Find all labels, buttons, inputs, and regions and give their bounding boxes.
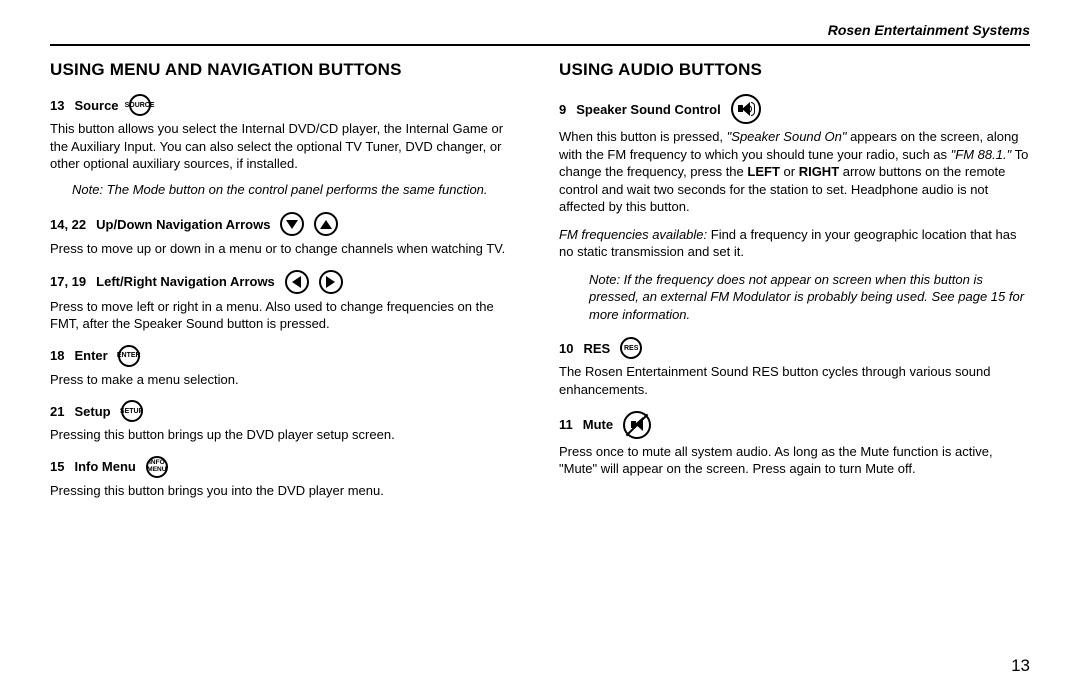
item-body: Press once to mute all system audio. As …: [559, 443, 1030, 478]
up-arrow-icon: [314, 212, 338, 236]
item-body: Pressing this button brings up the DVD p…: [50, 426, 521, 444]
item-body: Pressing this button brings you into the…: [50, 482, 521, 500]
item-body: Press to make a menu selection.: [50, 371, 521, 389]
document-page: Rosen Entertainment Systems Using Menu A…: [0, 0, 1080, 698]
left-arrow-icon: [285, 270, 309, 294]
item-setup: 21 Setup SETUP Pressing this button brin…: [50, 400, 521, 444]
item-label: Setup: [74, 404, 110, 419]
item-leftright: 17, 19 Left/Right Navigation Arrows Pres…: [50, 270, 521, 333]
item-body: Press to move left or right in a menu. A…: [50, 298, 521, 333]
item-label: Left/Right Navigation Arrows: [96, 274, 275, 289]
item-number: 17, 19: [50, 274, 86, 289]
setup-icon: SETUP: [121, 400, 143, 422]
speaker-icon: [731, 94, 761, 124]
item-number: 18: [50, 348, 64, 363]
right-heading: Using Audio Buttons: [559, 60, 1030, 80]
item-note: Note: If the frequency does not appear o…: [589, 271, 1030, 324]
item-number: 9: [559, 102, 566, 117]
info-menu-icon: INFOMENU: [146, 456, 168, 478]
item-updown: 14, 22 Up/Down Navigation Arrows Press t…: [50, 212, 521, 258]
item-body: When this button is pressed, "Speaker So…: [559, 128, 1030, 216]
item-label: Enter: [74, 348, 107, 363]
content-columns: Using Menu And Navigation Buttons 13 Sou…: [50, 60, 1030, 511]
item-number: 13: [50, 98, 64, 113]
item-label: Info Menu: [74, 459, 135, 474]
item-label: Up/Down Navigation Arrows: [96, 217, 270, 232]
item-label: Source: [74, 98, 118, 113]
page-number: 13: [1011, 656, 1030, 676]
down-arrow-icon: [280, 212, 304, 236]
item-label: Mute: [583, 417, 613, 432]
item-number: 10: [559, 341, 573, 356]
source-icon: SOURCE: [129, 94, 151, 116]
item-number: 21: [50, 404, 64, 419]
item-label: Speaker Sound Control: [576, 102, 720, 117]
freq-paragraph: FM frequencies available: Find a frequen…: [559, 226, 1030, 261]
item-number: 11: [559, 417, 573, 432]
res-icon: RES: [620, 337, 642, 359]
item-body: Press to move up or down in a menu or to…: [50, 240, 521, 258]
left-column: Using Menu And Navigation Buttons 13 Sou…: [50, 60, 521, 511]
item-label: RES: [583, 341, 610, 356]
item-infomenu: 15 Info Menu INFOMENU Pressing this butt…: [50, 456, 521, 500]
enter-icon: ENTER: [118, 345, 140, 367]
item-note: Note: The Mode button on the control pan…: [72, 181, 521, 199]
left-heading: Using Menu And Navigation Buttons: [50, 60, 521, 80]
item-body: The Rosen Entertainment Sound RES button…: [559, 363, 1030, 398]
item-body: This button allows you select the Intern…: [50, 120, 521, 173]
right-column: Using Audio Buttons 9 Speaker Sound Cont…: [559, 60, 1030, 511]
item-mute: 11 Mute Press once to mute all system au…: [559, 411, 1030, 478]
brand-header: Rosen Entertainment Systems: [828, 22, 1030, 38]
item-speaker: 9 Speaker Sound Control When this button…: [559, 94, 1030, 323]
mute-icon: [623, 411, 651, 439]
item-enter: 18 Enter ENTER Press to make a menu sele…: [50, 345, 521, 389]
item-res: 10 RES RES The Rosen Entertainment Sound…: [559, 337, 1030, 398]
item-number: 14, 22: [50, 217, 86, 232]
header-rule: [50, 44, 1030, 46]
item-number: 15: [50, 459, 64, 474]
right-arrow-icon: [319, 270, 343, 294]
item-source: 13 Source SOURCE This button allows you …: [50, 94, 521, 198]
